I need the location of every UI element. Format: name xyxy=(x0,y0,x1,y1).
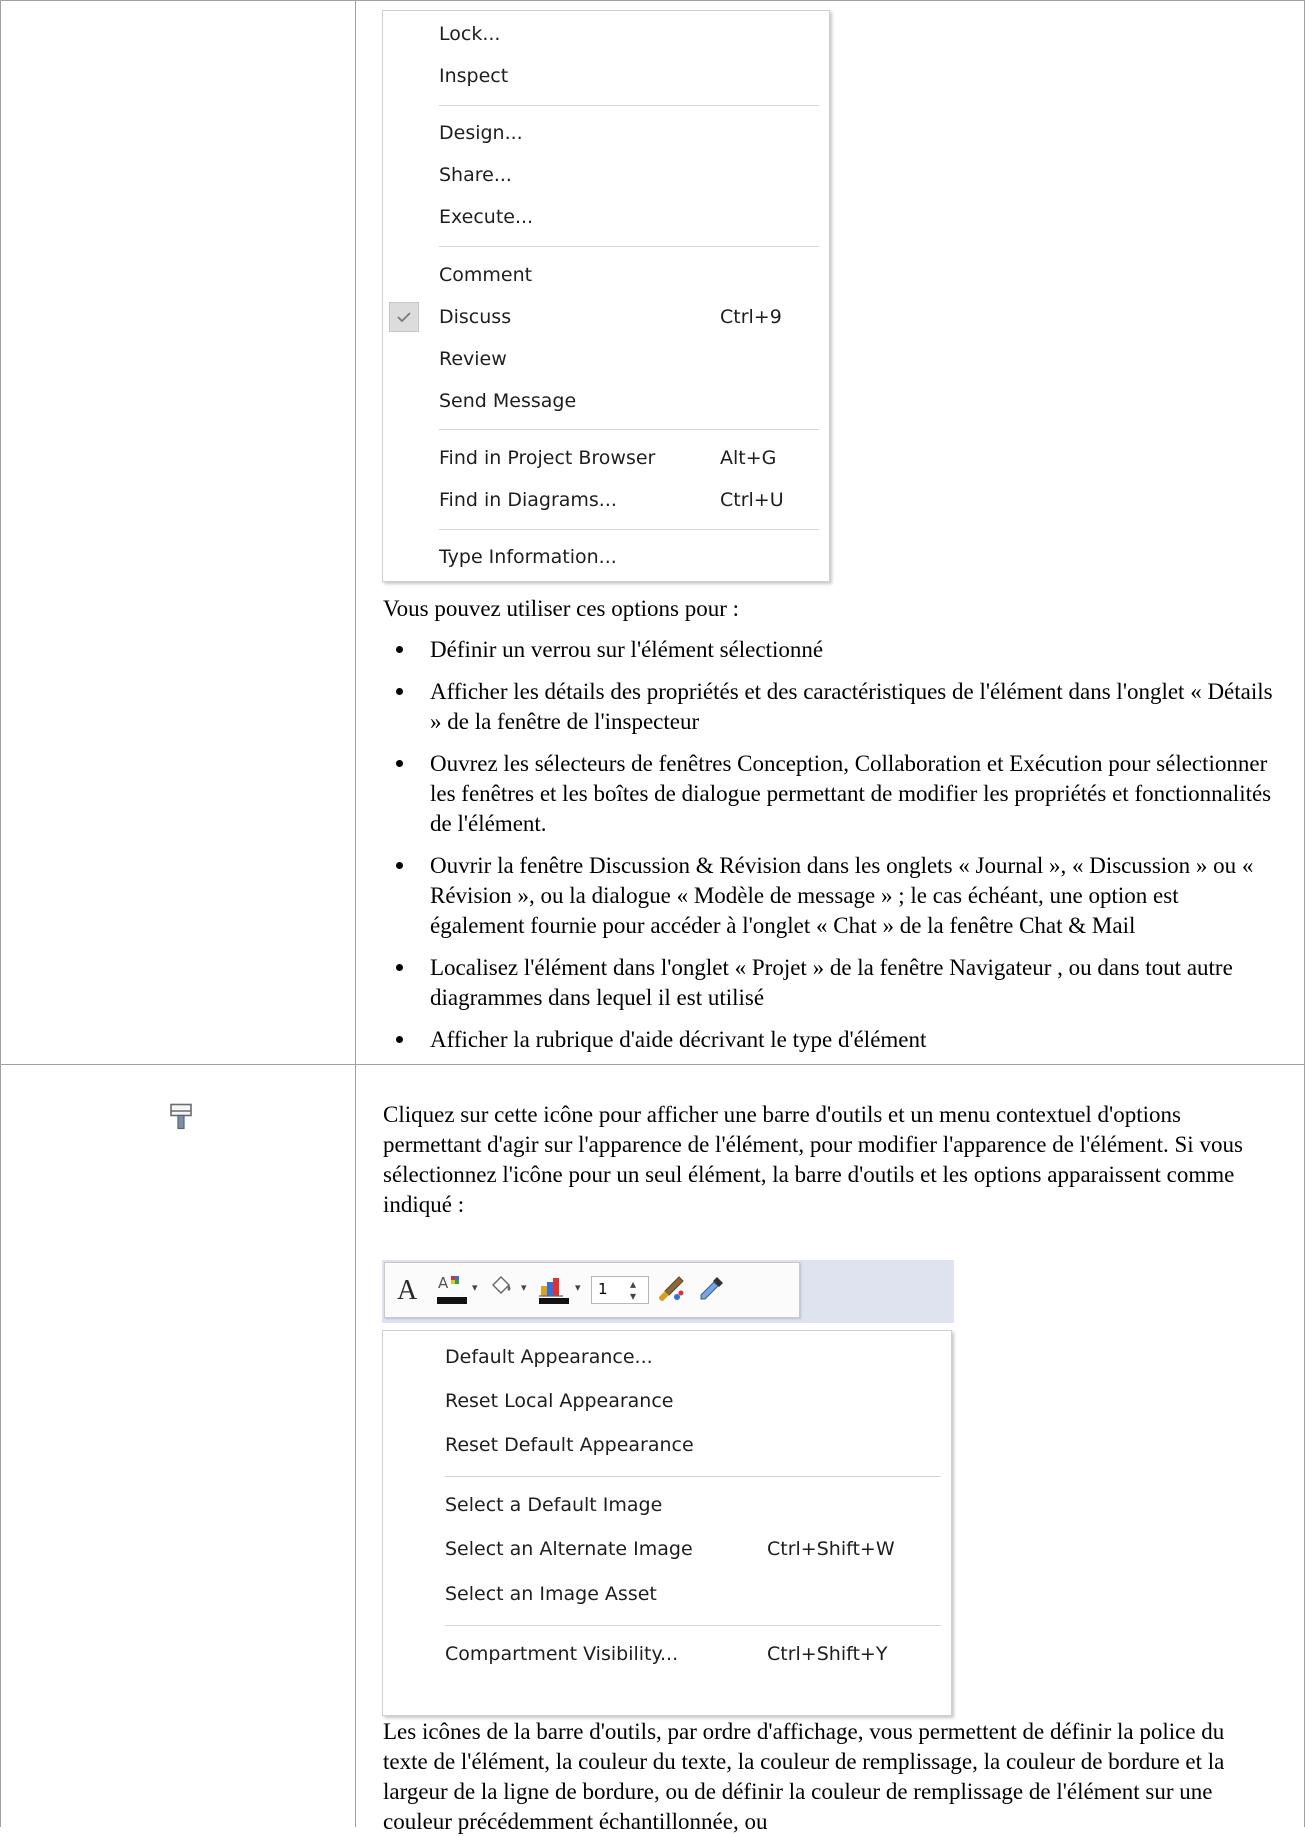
appearance-toolbar: A A ▾ ▾ ▾ 1 ▴ ▾ xyxy=(384,1262,800,1318)
table-column-divider xyxy=(355,0,356,1827)
menu-item-design[interactable]: Design... xyxy=(383,115,829,151)
element-context-menu: Lock... Inspect Design... Share... Execu… xyxy=(382,10,830,582)
menu-item-label: Comment xyxy=(439,264,533,286)
menu-item-find-in-diagrams[interactable]: Find in Diagrams... Ctrl+U xyxy=(383,482,829,518)
menu-item-share[interactable]: Share... xyxy=(383,157,829,193)
paint-brush-icon[interactable] xyxy=(655,1273,687,1305)
appearance-context-menu: Default Appearance... Reset Local Appear… xyxy=(382,1330,952,1716)
menu-item-reset-default-appearance[interactable]: Reset Default Appearance xyxy=(383,1427,951,1463)
menu-item-compartment-visibility[interactable]: Compartment Visibility... Ctrl+Shift+Y xyxy=(383,1636,951,1672)
font-icon[interactable]: A xyxy=(397,1275,417,1307)
menu-item-label: Default Appearance... xyxy=(445,1346,653,1368)
menu-item-select-image-asset[interactable]: Select an Image Asset xyxy=(383,1576,951,1612)
menu-item-label: Find in Diagrams... xyxy=(439,489,617,511)
menu-item-shortcut: Ctrl+9 xyxy=(720,306,782,328)
menu-item-find-in-project-browser[interactable]: Find in Project Browser Alt+G xyxy=(383,440,829,476)
menu-item-label: Lock... xyxy=(439,23,501,45)
menu-item-review[interactable]: Review xyxy=(383,341,829,377)
menu-item-shortcut: Ctrl+Shift+W xyxy=(767,1538,895,1560)
menu-item-discuss[interactable]: Discuss Ctrl+9 xyxy=(383,299,829,335)
menu-item-comment[interactable]: Comment xyxy=(383,257,829,293)
line-width-value: 1 xyxy=(598,1280,608,1298)
menu-item-type-information[interactable]: Type Information... xyxy=(383,539,829,575)
list-item: Afficher la rubrique d'aide décrivant le… xyxy=(383,1025,1273,1055)
menu-item-lock[interactable]: Lock... xyxy=(383,16,829,52)
menu-item-execute[interactable]: Execute... xyxy=(383,199,829,235)
menu-item-label: Discuss xyxy=(439,306,512,328)
options-intro: Vous pouvez utiliser ces options pour : xyxy=(383,596,740,621)
menu-item-label: Type Information... xyxy=(439,546,617,568)
menu-item-label: Select a Default Image xyxy=(445,1494,663,1516)
menu-item-inspect[interactable]: Inspect xyxy=(383,58,829,94)
text-color-icon[interactable]: A xyxy=(435,1273,469,1307)
menu-separator xyxy=(439,246,819,247)
menu-item-label: Share... xyxy=(439,164,512,186)
menu-item-reset-local-appearance[interactable]: Reset Local Appearance xyxy=(383,1383,951,1419)
menu-item-label: Reset Local Appearance xyxy=(445,1390,674,1412)
fill-color-icon[interactable] xyxy=(487,1271,517,1301)
menu-item-label: Find in Project Browser xyxy=(439,447,656,469)
menu-item-label: Inspect xyxy=(439,65,509,87)
menu-item-send-message[interactable]: Send Message xyxy=(383,383,829,419)
chevron-down-icon[interactable]: ▾ xyxy=(472,1281,478,1294)
menu-separator xyxy=(439,105,819,106)
menu-item-label: Select an Alternate Image xyxy=(445,1538,693,1560)
checkmark-box xyxy=(389,302,419,332)
chevron-down-icon[interactable]: ▾ xyxy=(521,1281,527,1294)
menu-item-shortcut: Ctrl+Shift+Y xyxy=(767,1643,888,1665)
menu-item-label: Select an Image Asset xyxy=(445,1583,657,1605)
appearance-description: Cliquez sur cette icône pour afficher un… xyxy=(383,1102,1243,1217)
line-width-spinner[interactable]: 1 ▴ ▾ xyxy=(591,1276,649,1304)
border-color-icon[interactable] xyxy=(537,1273,571,1307)
menu-item-shortcut: Ctrl+U xyxy=(720,489,784,511)
menu-item-label: Compartment Visibility... xyxy=(445,1643,679,1665)
menu-separator xyxy=(445,1625,941,1626)
menu-item-select-default-image[interactable]: Select a Default Image xyxy=(383,1487,951,1523)
toolbar-explanation: Les icônes de la barre d'outils, par ord… xyxy=(383,1719,1225,1834)
menu-item-select-alternate-image[interactable]: Select an Alternate Image Ctrl+Shift+W xyxy=(383,1531,951,1567)
menu-item-label: Reset Default Appearance xyxy=(445,1434,694,1456)
svg-text:A: A xyxy=(438,1274,449,1292)
menu-item-default-appearance[interactable]: Default Appearance... xyxy=(383,1339,951,1375)
list-item: Définir un verrou sur l'élément sélectio… xyxy=(383,635,1273,665)
table-border-top xyxy=(0,0,1305,1)
options-list: Définir un verrou sur l'élément sélectio… xyxy=(383,635,1273,1067)
menu-item-label: Execute... xyxy=(439,206,534,228)
menu-item-label: Review xyxy=(439,348,507,370)
eyedropper-icon[interactable] xyxy=(695,1273,727,1305)
menu-separator xyxy=(439,429,819,430)
menu-item-label: Send Message xyxy=(439,390,577,412)
menu-separator xyxy=(439,529,819,530)
list-item: Localisez l'élément dans l'onglet « Proj… xyxy=(383,953,1273,1013)
chevron-down-icon[interactable]: ▾ xyxy=(575,1281,581,1294)
list-item: Afficher les détails des propriétés et d… xyxy=(383,677,1273,737)
spinner-arrows-icon[interactable]: ▴ ▾ xyxy=(630,1278,636,1302)
list-item: Ouvrez les sélecteurs de fenêtres Concep… xyxy=(383,749,1273,839)
menu-separator xyxy=(445,1476,941,1477)
paint-roller-icon xyxy=(170,1103,192,1130)
menu-item-shortcut: Alt+G xyxy=(720,447,777,469)
checkmark-icon xyxy=(397,312,411,323)
list-item: Ouvrir la fenêtre Discussion & Révision … xyxy=(383,851,1273,941)
table-border-left xyxy=(0,0,1,1827)
menu-item-label: Design... xyxy=(439,122,523,144)
